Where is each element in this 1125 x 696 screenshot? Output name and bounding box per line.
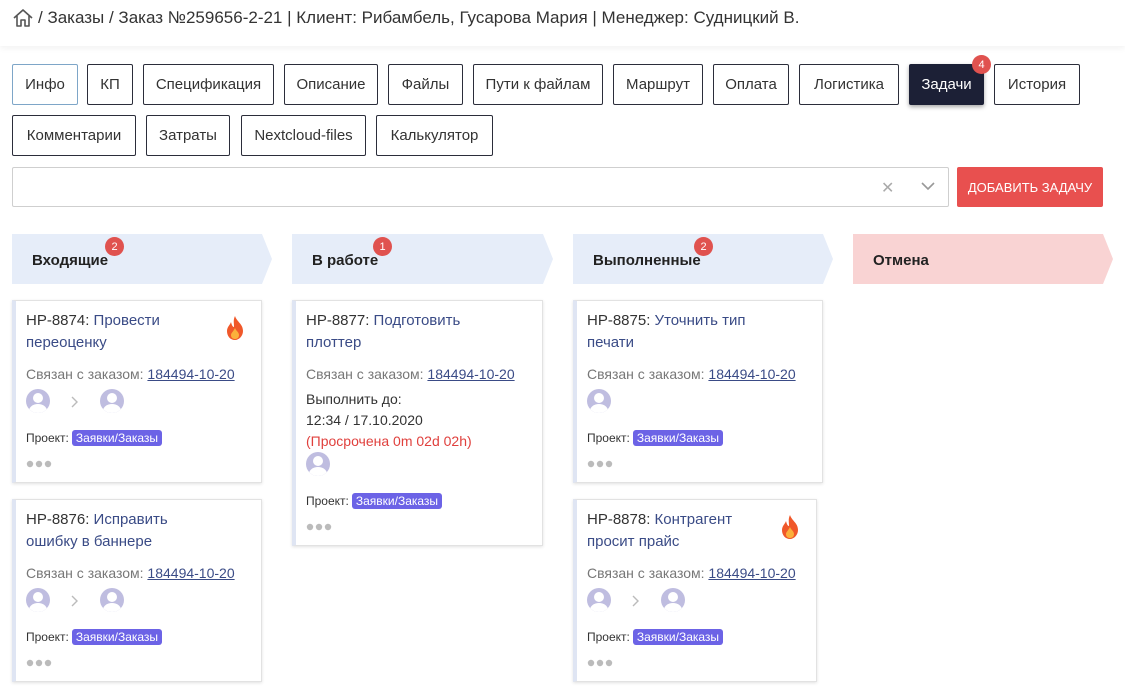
order-link[interactable]: 184494-10-20 — [427, 366, 514, 382]
tab-files[interactable]: Файлы — [388, 64, 463, 105]
column-in-progress-header: В работе 1 — [292, 234, 553, 284]
tab-calculator[interactable]: Калькулятор — [376, 115, 493, 156]
task-title: HP-8877: Подготовить плоттер — [306, 312, 461, 351]
column-incoming-header: Входящие 2 — [12, 234, 272, 284]
order-link[interactable]: 184494-10-20 — [708, 565, 795, 581]
project-tag[interactable]: Заявки/Заказы — [632, 629, 724, 645]
more-icon[interactable] — [587, 460, 613, 468]
project-row: Проект: Заявки/Заказы — [587, 430, 724, 446]
tab-tasks[interactable]: Задачи 4 — [909, 55, 991, 105]
fire-icon — [227, 316, 243, 340]
tab-kp[interactable]: КП — [87, 64, 133, 105]
column-count-badge: 1 — [373, 237, 392, 256]
chevron-right-icon — [71, 595, 78, 607]
avatar — [587, 389, 611, 413]
column-title: Входящие — [32, 252, 109, 269]
tab-file-paths[interactable]: Пути к файлам — [473, 64, 603, 105]
column-title: В работе — [312, 252, 379, 269]
column-done-header: Выполненные 2 — [573, 234, 833, 284]
task-filter-select[interactable]: ✕ — [12, 167, 949, 207]
linked-order: Связан с заказом: 184494-10-20 — [306, 366, 515, 382]
tab-payment[interactable]: Оплата — [713, 64, 789, 105]
task-card[interactable]: HP-8877: Подготовить плоттер Связан с за… — [292, 300, 543, 546]
chevron-right-icon — [632, 595, 639, 607]
column-count-badge: 2 — [105, 237, 124, 256]
order-link[interactable]: 184494-10-20 — [147, 366, 234, 382]
column-cancelled-header: Отмена — [853, 234, 1113, 284]
task-title: HP-8874: Провести переоценку — [26, 312, 160, 351]
task-card[interactable]: HP-8875: Уточнить тип печати Связан с за… — [573, 300, 823, 483]
avatar — [306, 452, 330, 476]
tab-description[interactable]: Описание — [284, 64, 378, 105]
avatar — [100, 389, 124, 413]
project-row: Проект: Заявки/Заказы — [26, 629, 163, 645]
task-title: HP-8878: Контрагент просит прайс — [587, 511, 733, 550]
project-tag[interactable]: Заявки/Заказы — [632, 430, 724, 446]
due-date: Выполнить до: 12:34 / 17.10.2020 — [306, 391, 423, 428]
chevron-down-icon[interactable] — [921, 181, 935, 191]
project-tag[interactable]: Заявки/Заказы — [71, 629, 163, 645]
linked-order: Связан с заказом: 184494-10-20 — [587, 565, 796, 581]
breadcrumb: / Заказы / Заказ №259656-2-21 | Клиент: … — [12, 8, 799, 28]
project-row: Проект: Заявки/Заказы — [587, 629, 724, 645]
avatar — [100, 588, 124, 612]
project-row: Проект: Заявки/Заказы — [26, 430, 163, 446]
task-card[interactable]: HP-8874: Провести переоценку Связан с за… — [12, 300, 262, 483]
order-link[interactable]: 184494-10-20 — [708, 366, 795, 382]
tab-specification[interactable]: Спецификация — [143, 64, 274, 105]
tab-info[interactable]: Инфо — [12, 64, 78, 105]
fire-icon — [782, 515, 798, 539]
avatar — [587, 588, 611, 612]
more-icon[interactable] — [306, 523, 332, 531]
column-count-badge: 2 — [694, 237, 713, 256]
tab-nextcloud-files[interactable]: Nextcloud-files — [241, 115, 366, 156]
more-icon[interactable] — [26, 460, 52, 468]
column-title: Отмена — [873, 252, 929, 269]
task-card[interactable]: HP-8878: Контрагент просит прайс Связан … — [573, 499, 817, 682]
more-icon[interactable] — [587, 659, 613, 667]
page-header: / Заказы / Заказ №259656-2-21 | Клиент: … — [0, 0, 1125, 46]
tasks-count-badge: 4 — [972, 55, 991, 74]
tab-route[interactable]: Маршрут — [613, 64, 703, 105]
overdue-status: (Просрочена 0m 02d 02h) — [306, 433, 472, 449]
project-row: Проект: Заявки/Заказы — [306, 493, 443, 509]
column-title: Выполненные — [593, 252, 701, 269]
avatar — [26, 588, 50, 612]
avatar — [661, 588, 685, 612]
order-link[interactable]: 184494-10-20 — [147, 565, 234, 581]
avatar — [26, 389, 50, 413]
task-card[interactable]: HP-8876: Исправить ошибку в баннере Связ… — [12, 499, 262, 682]
clear-icon[interactable]: ✕ — [881, 178, 894, 198]
project-tag[interactable]: Заявки/Заказы — [71, 430, 163, 446]
tab-history[interactable]: История — [994, 64, 1080, 105]
project-tag[interactable]: Заявки/Заказы — [351, 493, 443, 509]
task-title: HP-8876: Исправить ошибку в баннере — [26, 511, 168, 550]
chevron-right-icon — [71, 396, 78, 408]
breadcrumb-text[interactable]: / Заказы / Заказ №259656-2-21 | Клиент: … — [38, 8, 799, 28]
linked-order: Связан с заказом: 184494-10-20 — [26, 565, 235, 581]
tab-costs[interactable]: Затраты — [146, 115, 230, 156]
tab-comments[interactable]: Комментарии — [12, 115, 136, 156]
home-icon[interactable] — [12, 8, 34, 28]
task-title: HP-8875: Уточнить тип печати — [587, 312, 746, 351]
add-task-button[interactable]: ДОБАВИТЬ ЗАДАЧУ — [957, 167, 1103, 207]
more-icon[interactable] — [26, 659, 52, 667]
linked-order: Связан с заказом: 184494-10-20 — [26, 366, 235, 382]
linked-order: Связан с заказом: 184494-10-20 — [587, 366, 796, 382]
tab-logistics[interactable]: Логистика — [799, 64, 899, 105]
